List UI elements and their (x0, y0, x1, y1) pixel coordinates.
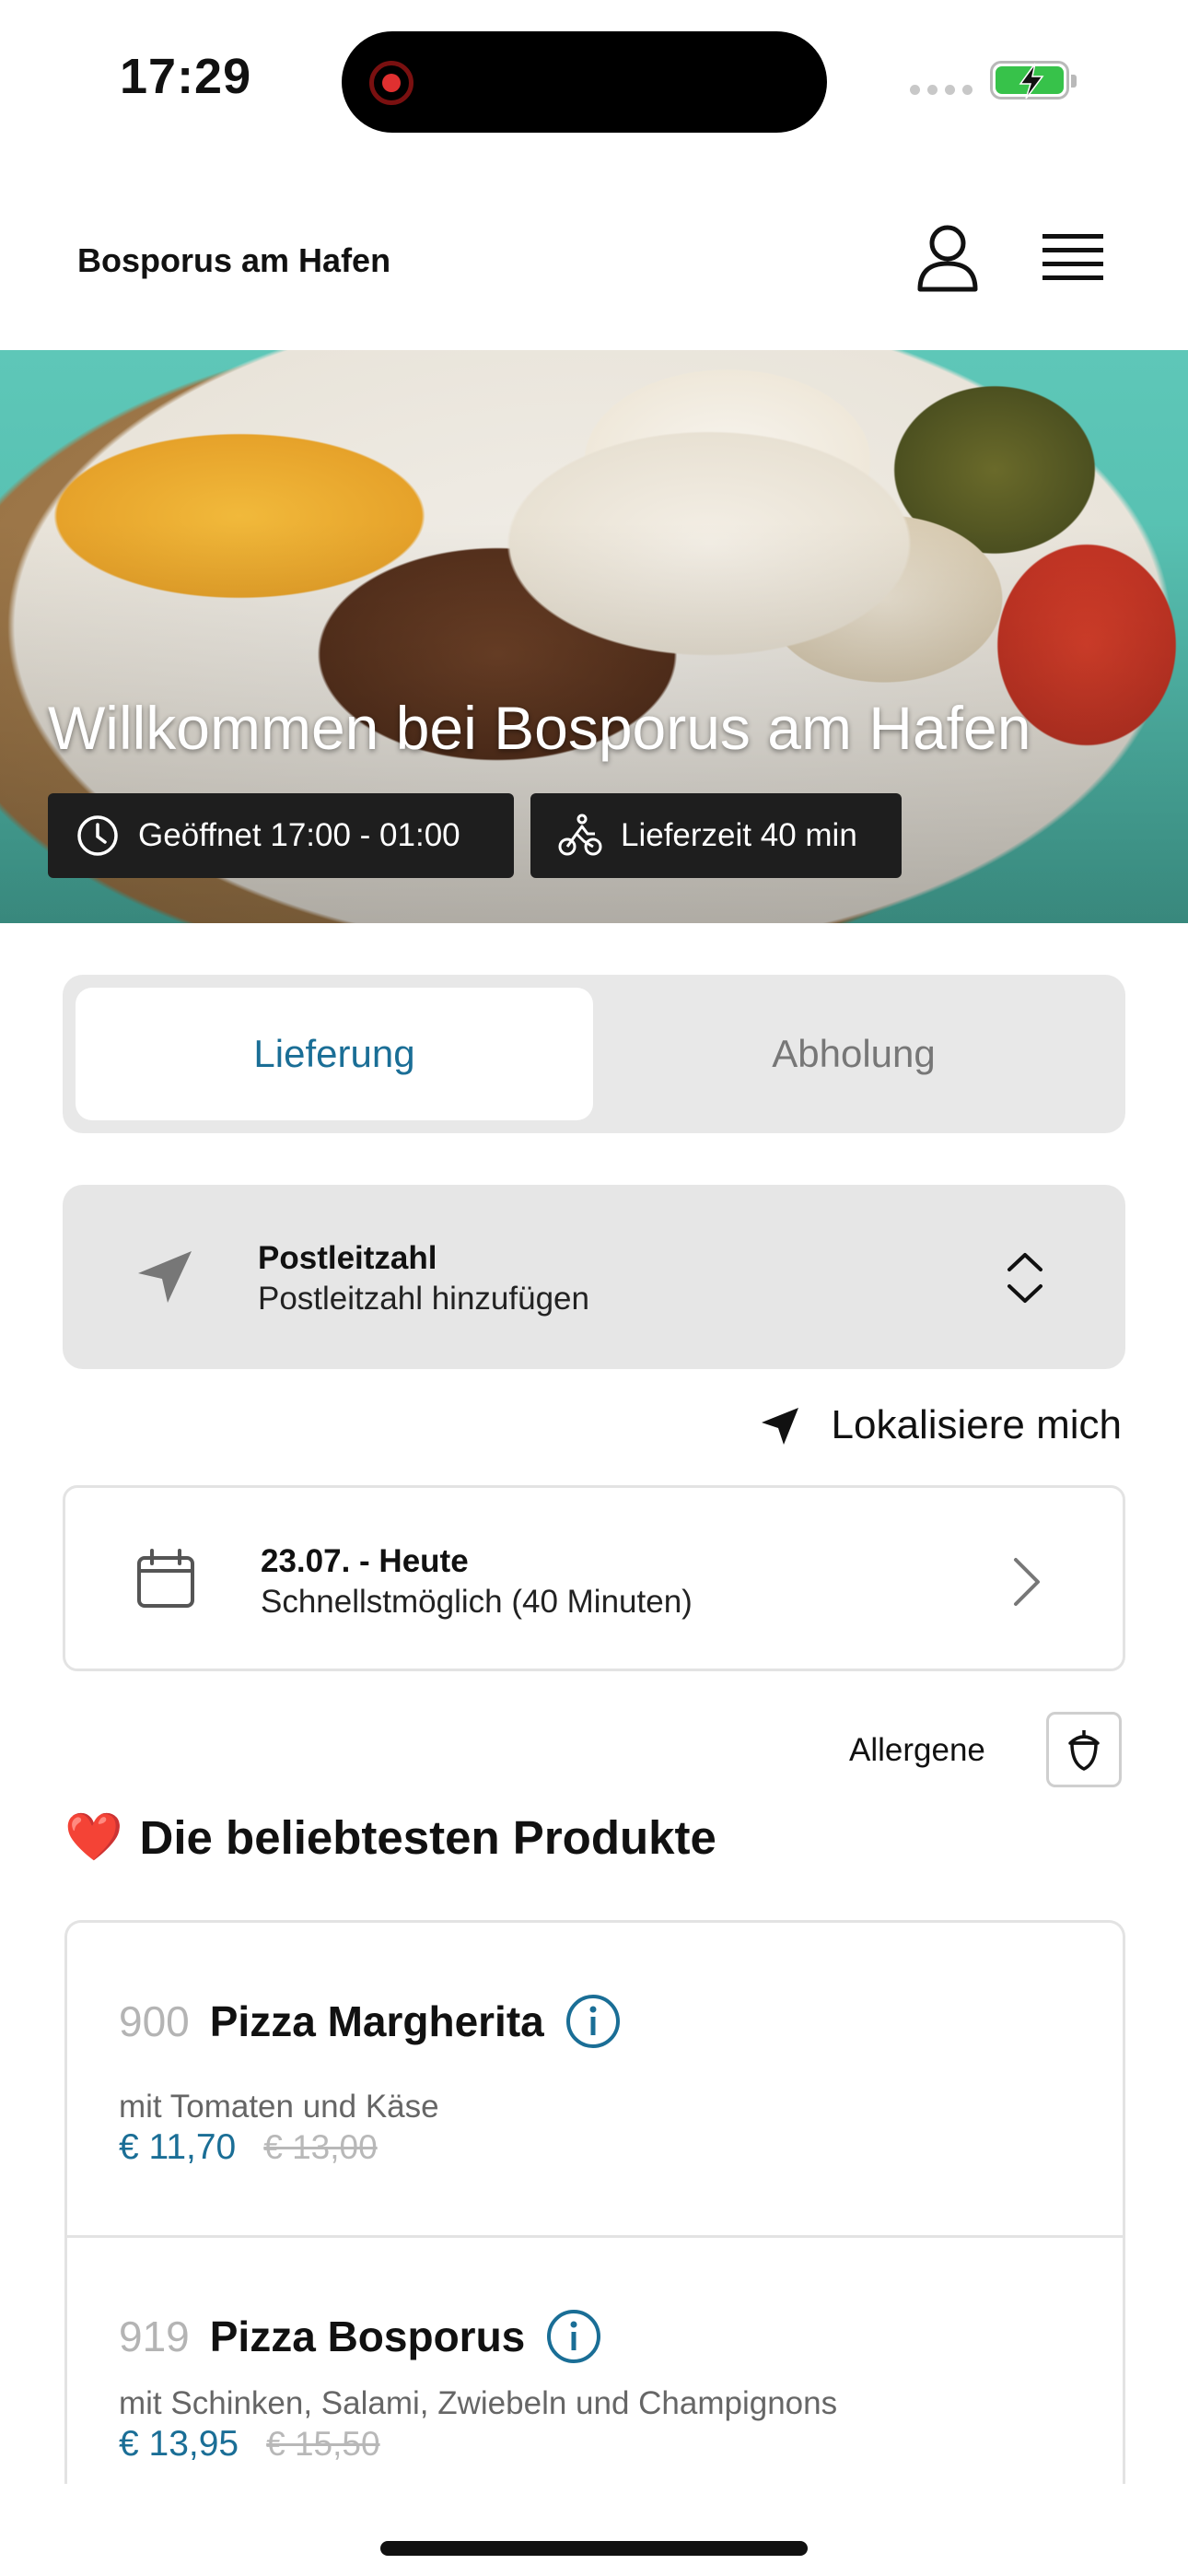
navigation-arrow-icon (761, 1408, 798, 1445)
product-item[interactable]: 919 Pizza Bosporus mit Schinken, Salami,… (67, 2238, 1123, 2484)
info-icon[interactable] (565, 1993, 622, 2050)
postal-code-label: Postleitzahl (258, 1240, 437, 1276)
postal-code-selector[interactable]: Postleitzahl Postleitzahl hinzufügen (63, 1185, 1125, 1369)
bicycle-courier-icon (558, 814, 602, 856)
signal-icon (910, 85, 973, 95)
location-arrow-icon (138, 1251, 192, 1303)
allergens-label: Allergene (849, 1732, 985, 1768)
info-icon[interactable] (545, 2308, 602, 2365)
tab-pickup[interactable]: Abholung (595, 988, 1112, 1120)
product-list: 900 Pizza Margherita mit Tomaten und Käs… (64, 1920, 1125, 2484)
product-old-price: € 13,00 (263, 2128, 378, 2166)
product-item[interactable]: 900 Pizza Margherita mit Tomaten und Käs… (67, 1923, 1123, 2238)
heart-icon: ❤️ (64, 1810, 123, 1863)
popular-products-heading: ❤️ Die beliebtesten Produkte (64, 1809, 716, 1865)
dynamic-island (342, 31, 827, 133)
acorn-allergen-icon (1068, 1730, 1100, 1771)
product-description: mit Schinken, Salami, Zwiebeln und Champ… (119, 2385, 838, 2421)
hero-banner: Willkommen bei Bosporus am Hafen Geöffne… (0, 350, 1188, 923)
delivery-date-subtitle: Schnellstmöglich (40 Minuten) (261, 1584, 693, 1620)
opening-hours-text: Geöffnet 17:00 - 01:00 (138, 817, 460, 853)
delivery-time-text: Lieferzeit 40 min (621, 817, 857, 853)
app-screen: 17:29 Bosporus am Hafen Willkommen bei B… (0, 0, 1188, 2576)
calendar-icon (137, 1549, 194, 1608)
product-number: 919 (119, 2313, 190, 2360)
tab-delivery[interactable]: Lieferung (76, 988, 593, 1120)
chevron-right-icon (1014, 1558, 1040, 1606)
product-old-price: € 15,50 (266, 2425, 380, 2463)
clock-icon (77, 815, 118, 856)
home-indicator[interactable] (380, 2541, 808, 2556)
product-price: € 13,95 (119, 2424, 239, 2464)
battery-icon (990, 61, 1077, 100)
user-account-icon[interactable] (914, 223, 981, 293)
delivery-date-title: 23.07. - Heute (261, 1543, 469, 1579)
locate-me-label: Lokalisiere mich (831, 1402, 1122, 1447)
opening-hours-badge: Geöffnet 17:00 - 01:00 (48, 793, 514, 878)
hero-title: Willkommen bei Bosporus am Hafen (48, 694, 1031, 762)
product-price: € 11,70 (119, 2127, 237, 2167)
product-description: mit Tomaten und Käse (119, 2089, 439, 2125)
app-header: Bosporus am Hafen (0, 166, 1188, 350)
status-time: 17:29 (120, 49, 252, 104)
chevron-up-down-icon (1007, 1253, 1042, 1303)
recording-indicator-icon (369, 61, 413, 105)
locate-me-button[interactable]: Lokalisiere mich (760, 1402, 1122, 1448)
popular-products-title: Die beliebtesten Produkte (139, 1810, 716, 1864)
status-bar: 17:29 (0, 0, 1188, 166)
product-name: Pizza Bosporus (209, 2313, 526, 2360)
delivery-time-badge: Lieferzeit 40 min (530, 793, 902, 878)
allergens-button[interactable] (1046, 1712, 1122, 1787)
delivery-date-selector[interactable]: 23.07. - Heute Schnellstmöglich (40 Minu… (63, 1485, 1125, 1671)
product-name: Pizza Margherita (209, 1997, 544, 2045)
bottom-safe-area (0, 2484, 1188, 2576)
product-number: 900 (119, 1997, 190, 2045)
hamburger-menu-icon[interactable] (1042, 232, 1103, 284)
order-mode-toggle: Lieferung Abholung (63, 975, 1125, 1133)
restaurant-name[interactable]: Bosporus am Hafen (77, 241, 390, 280)
postal-code-placeholder: Postleitzahl hinzufügen (258, 1281, 589, 1317)
